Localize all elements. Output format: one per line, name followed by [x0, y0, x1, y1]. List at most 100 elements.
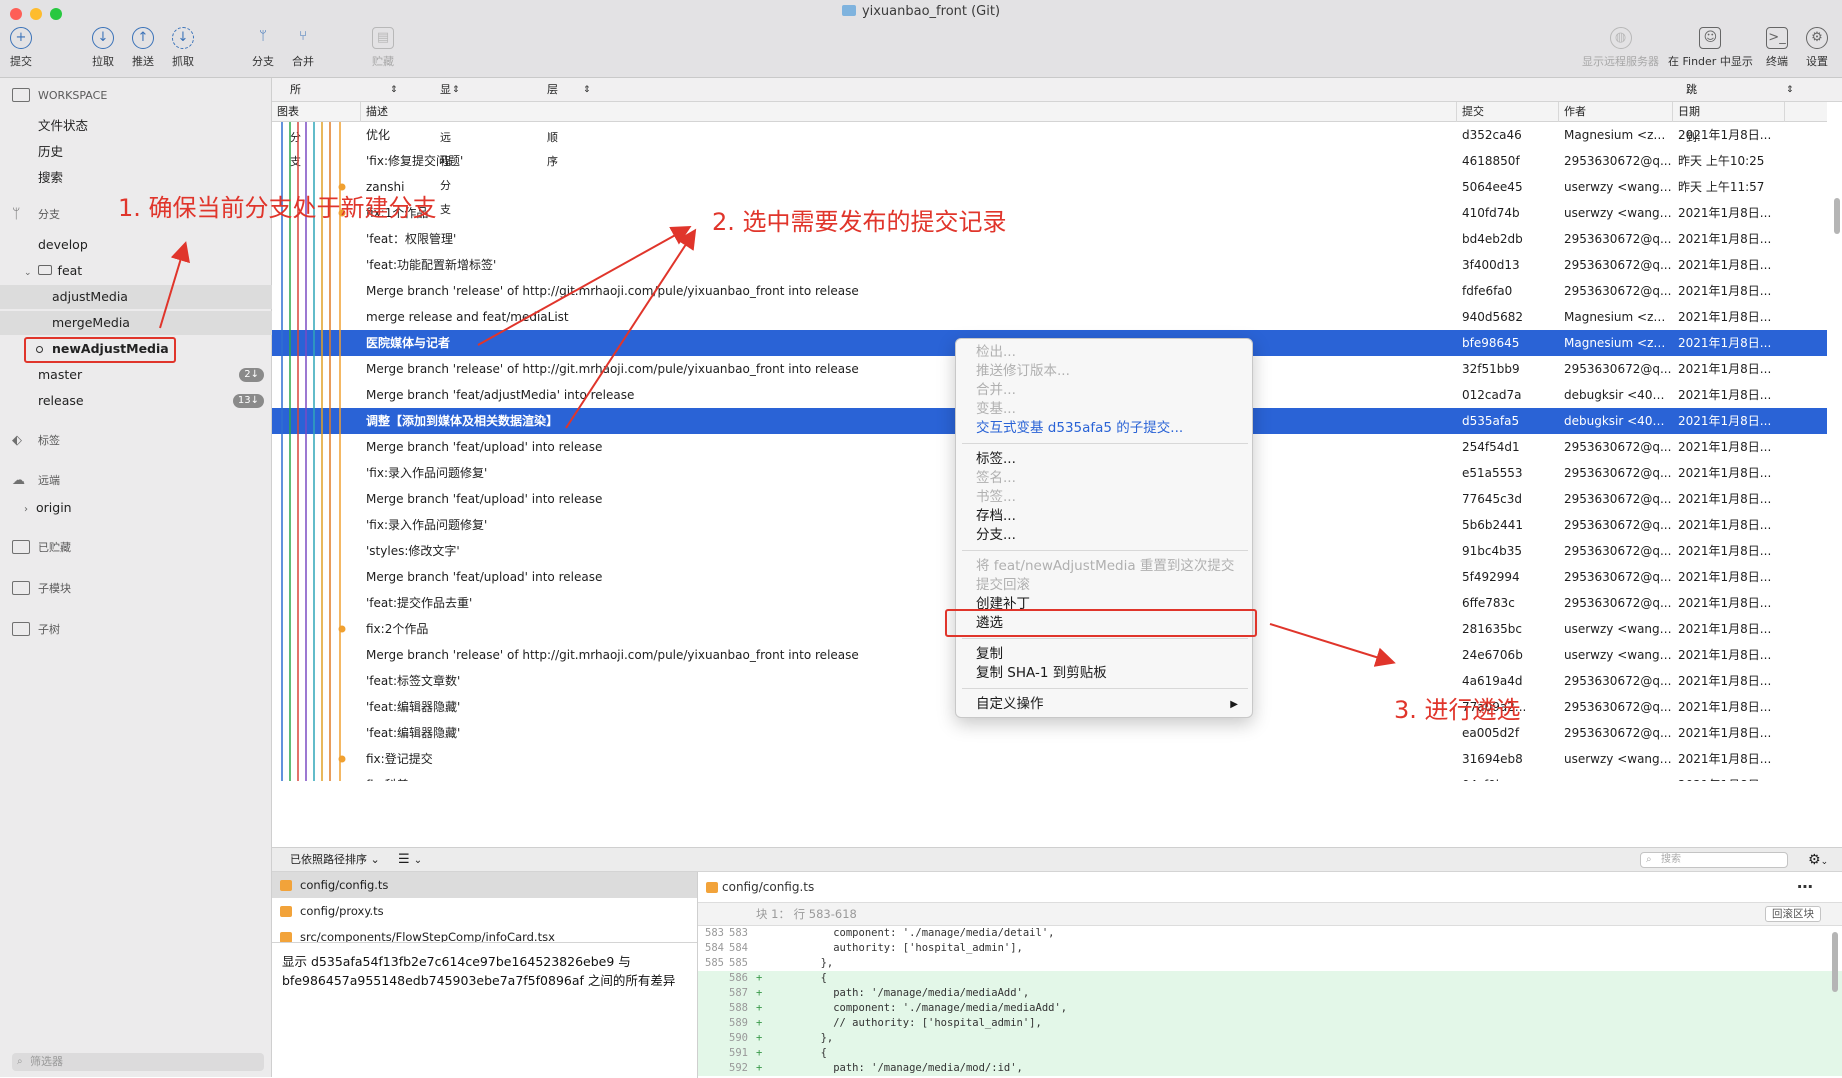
diff-line: 587 + path: '/manage/media/mediaAdd',	[698, 986, 1842, 1001]
sidebar-remote-origin[interactable]: › origin	[0, 496, 272, 520]
settings-button[interactable]: ⚙ 设置	[1806, 27, 1828, 69]
new-line-number: 587	[729, 987, 748, 999]
commit-description: 'feat:功能配置新增标签'	[366, 258, 497, 272]
commit-button[interactable]: + 提交	[10, 27, 32, 69]
stash-button[interactable]: ▤ 贮藏	[372, 27, 394, 69]
file-item[interactable]: config/config.ts	[272, 872, 697, 898]
commit-date: 昨天 上午10:25	[1678, 154, 1765, 168]
commit-author: 2953630672@q...	[1564, 154, 1672, 168]
tags-header[interactable]: ⬖ 标签	[12, 432, 60, 448]
commit-row[interactable]: fix:1个作品 410fd74b userwzy <wangz... 2021年1月…	[272, 200, 1827, 226]
menu-push-revision[interactable]: 推送修订版本...	[976, 362, 1070, 381]
branch-button[interactable]: ᛘ 分支	[252, 27, 274, 69]
close-window-button[interactable]	[10, 8, 22, 20]
submenu-arrow-icon: ▶	[1230, 699, 1238, 710]
push-button[interactable]: ↑ 推送	[132, 27, 154, 69]
merge-button[interactable]: ⑂ 合并	[292, 27, 314, 69]
show-remote-button[interactable]: ◍ 显示远程服务器	[1582, 27, 1659, 69]
commit-date: 2021年1月8日...	[1678, 492, 1772, 506]
col-author[interactable]: 作者	[1558, 102, 1586, 122]
menu-copy[interactable]: 复制	[976, 645, 1003, 664]
terminal-button[interactable]: >_ 终端	[1766, 27, 1788, 69]
menu-bookmark[interactable]: 书签...	[976, 488, 1016, 507]
menu-branch[interactable]: 分支...	[976, 526, 1016, 545]
sidebar-item-history[interactable]: 历史	[0, 140, 272, 164]
commit-list-scrollbar[interactable]	[1834, 198, 1840, 234]
commit-date: 2021年1月8日...	[1678, 726, 1772, 740]
menu-interactive-rebase[interactable]: 交互式变基 d535afa5 的子提交...	[976, 419, 1183, 438]
sidebar-filter-input[interactable]: ⌕ 筛选器	[12, 1053, 264, 1071]
commit-row[interactable]: fix:科普 04cf0bae userwzy <wangz... 2021年1月8日…	[272, 772, 1827, 781]
sort-select[interactable]: 已依照路径排序 ⌄	[290, 848, 380, 872]
commit-row[interactable]: zanshi 5064ee45 userwzy <wangz... 昨天 上午11:5…	[272, 174, 1827, 200]
revert-hunk-button[interactable]: 回滚区块	[1765, 906, 1821, 922]
diff-line: 584 584 authority: ['hospital_admin'],	[698, 941, 1842, 956]
subtrees-header[interactable]: 子树	[12, 621, 60, 637]
stashes-header[interactable]: 已贮藏	[12, 539, 71, 555]
sidebar-item-file-status[interactable]: 文件状态	[0, 114, 272, 138]
commit-row[interactable]: merge release and feat/mediaList 940d5682…	[272, 304, 1827, 330]
menu-revert[interactable]: 提交回滚	[976, 576, 1030, 595]
commit-hash: 24e6706b	[1462, 648, 1523, 662]
menu-sign[interactable]: 签名...	[976, 469, 1016, 488]
menu-custom-actions[interactable]: 自定义操作 ▶	[976, 695, 1238, 714]
commit-row[interactable]: Merge branch 'release' of http://git.mrh…	[272, 278, 1827, 304]
commit-row[interactable]: 优化 d352ca46 Magnesium <zhu... 2021年1月8日...	[272, 122, 1827, 148]
col-date[interactable]: 日期	[1672, 102, 1700, 122]
sidebar-branch-mergeMedia[interactable]: mergeMedia	[0, 311, 272, 335]
col-description[interactable]: 描述	[360, 102, 388, 122]
commit-row[interactable]: 'feat：权限管理' bd4eb2db 2953630672@q... 2021年1…	[272, 226, 1827, 252]
sidebar-branch-release[interactable]: release 13↓	[0, 389, 272, 413]
sidebar-branch-master[interactable]: master 2↓	[0, 363, 272, 387]
bottom-toolbar: 已依照路径排序 ⌄ ☰ ⌄ ⌕ 搜索 ⚙⌄	[272, 848, 1842, 872]
commit-date: 2021年1月8日...	[1678, 284, 1772, 298]
commit-author: Magnesium <zhu...	[1564, 336, 1672, 350]
menu-copy-sha[interactable]: 复制 SHA-1 到剪贴板	[976, 664, 1107, 683]
submodules-header[interactable]: 子模块	[12, 580, 71, 596]
menu-tag[interactable]: 标签...	[976, 450, 1016, 469]
menu-rebase[interactable]: 变基...	[976, 400, 1016, 419]
diff-sign: +	[756, 1032, 763, 1044]
branches-header[interactable]: ᛘ 分支	[12, 206, 60, 222]
sidebar-branch-adjustMedia[interactable]: adjustMedia	[0, 285, 272, 309]
bottom-panel: 已依照路径排序 ⌄ ☰ ⌄ ⌕ 搜索 ⚙⌄ config/config.ts co…	[272, 847, 1842, 1078]
sidebar-branch-develop[interactable]: develop	[0, 233, 272, 257]
col-graph[interactable]: 图表	[272, 102, 299, 122]
diff-search-input[interactable]: ⌕ 搜索	[1640, 852, 1788, 868]
commit-row[interactable]: 'feat:功能配置新增标签' 3f400d13 2953630672@q... 20…	[272, 252, 1827, 278]
remotes-header[interactable]: ☁ 远端	[12, 472, 60, 488]
history-filter-bar: 所有分支⇕ 显示远程分支⇕ 层级顺序⇕ 跳转到:⇕	[272, 78, 1842, 216]
sidebar-item-search[interactable]: 搜索	[0, 166, 272, 190]
diff-scrollbar[interactable]	[1832, 932, 1838, 992]
show-in-finder-button[interactable]: ☺ 在 Finder 中显示	[1668, 27, 1753, 69]
file-item[interactable]: src/components/FlowStepComp/infoCard.tsx	[272, 924, 697, 942]
options-button[interactable]: ⚙⌄	[1808, 848, 1828, 874]
commit-row[interactable]: 'fix:修复提交问题' 4618850f 2953630672@q... 昨天 上午…	[272, 148, 1827, 174]
commit-hash: 281635bc	[1462, 622, 1523, 636]
commit-description: fix:登记提交	[366, 752, 433, 766]
menu-merge[interactable]: 合并...	[976, 381, 1016, 400]
fetch-button[interactable]: ↓ 抓取	[172, 27, 194, 69]
list-icon: ☰	[398, 852, 410, 867]
file-item[interactable]: config/proxy.ts	[272, 898, 697, 924]
sidebar-folder-feat[interactable]: ⌄ feat	[0, 259, 272, 283]
commit-row[interactable]: fix:登记提交 31694eb8 userwzy <wangz... 2021年1月…	[272, 746, 1827, 772]
commit-author: 2953630672@q...	[1564, 466, 1672, 480]
commit-author: userwzy <wangz...	[1564, 180, 1672, 194]
list-view-button[interactable]: ☰ ⌄	[398, 848, 422, 873]
updown-icon: ⇕	[390, 85, 398, 95]
commit-row[interactable]: 'feat:编辑器隐藏' ea005d2f 2953630672@q... 2021年…	[272, 720, 1827, 746]
commit-date: 2021年1月8日...	[1678, 544, 1772, 558]
commit-author: debugksir <4023...	[1564, 414, 1672, 428]
more-options-icon[interactable]: ⋯	[1797, 872, 1813, 902]
zoom-window-button[interactable]	[50, 8, 62, 20]
hunk-header: 块 1： 行 583-618 回滚区块	[698, 902, 1842, 926]
minimize-window-button[interactable]	[30, 8, 42, 20]
pull-button[interactable]: ↓ 拉取	[92, 27, 114, 69]
menu-reset[interactable]: 将 feat/newAdjustMedia 重置到这次提交	[976, 557, 1234, 576]
menu-checkout[interactable]: 检出...	[976, 343, 1016, 362]
commit-author: 2953630672@q...	[1564, 258, 1672, 272]
folder-icon	[841, 5, 856, 16]
col-commit[interactable]: 提交	[1456, 102, 1484, 122]
menu-archive[interactable]: 存档...	[976, 507, 1016, 526]
